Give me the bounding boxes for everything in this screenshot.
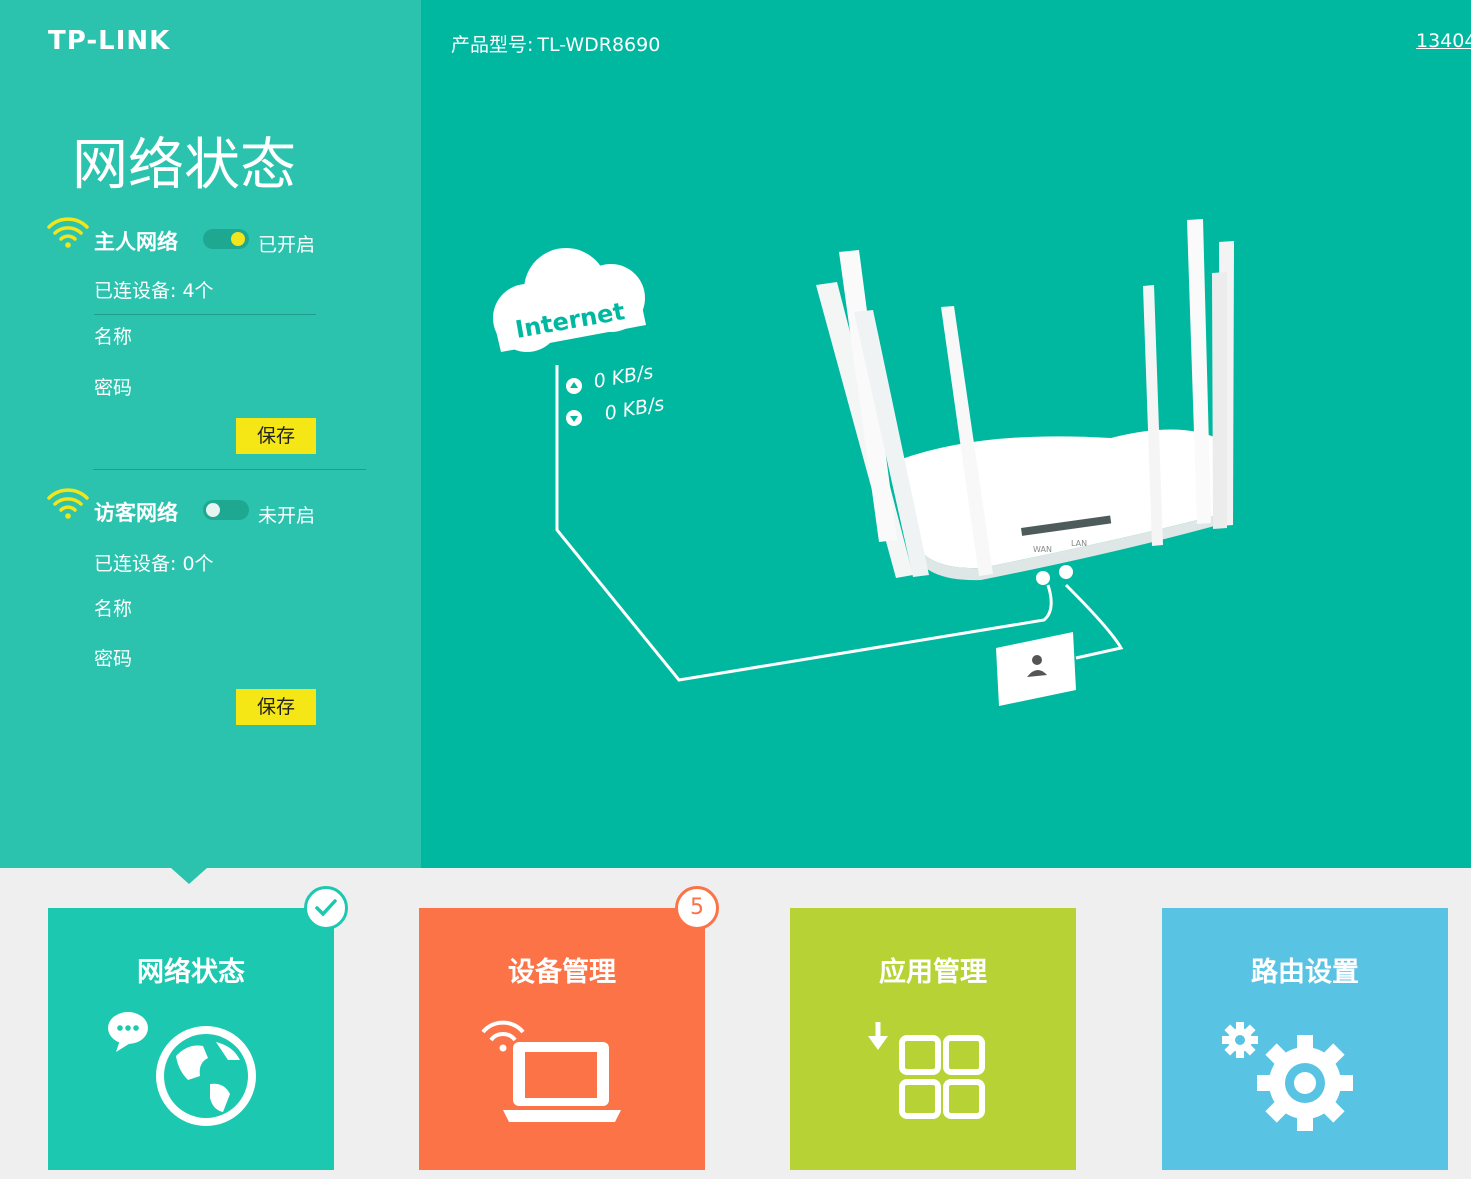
bottom-navigation: 网络状态 设备管理 5 应用管理 路由设置 (0, 868, 1471, 1179)
main-connected-devices: 已连设备: 4个 (94, 280, 214, 302)
page-title: 网络状态 (72, 133, 296, 198)
apps-grid-icon (868, 1022, 985, 1119)
guest-save-button[interactable]: 保存 (236, 689, 316, 725)
guest-network-status: 未开启 (258, 505, 316, 527)
laptop-wifi-icon (481, 1020, 621, 1122)
port-connector (1059, 565, 1073, 579)
tile-router-settings[interactable]: 路由设置 (1162, 908, 1448, 1170)
port-connector (1036, 571, 1050, 585)
tile-label: 应用管理 (879, 957, 987, 988)
internet-cloud-icon: Internet (493, 248, 646, 352)
antenna (1212, 272, 1227, 529)
tile-network-status[interactable]: 网络状态 (48, 886, 348, 1170)
main-network-section: 主人网络 已开启 已连设备: 4个 名称 密码 保存 (46, 217, 376, 458)
tp-link-logo: TP-LINK (48, 26, 171, 56)
network-topology-diagram: Internet 0 KB/s 0 KB/s WAN LAN (493, 219, 1234, 706)
tile-app-management[interactable]: 应用管理 (790, 908, 1076, 1170)
upload-speed: 0 KB/s (592, 361, 655, 393)
main-network-toggle[interactable] (203, 229, 249, 249)
tile-label: 设备管理 (508, 957, 616, 988)
guest-network-header: 访客网络 未开启 (46, 488, 376, 529)
main-save-button[interactable]: 保存 (236, 418, 316, 454)
router-admin-app: TP-LINK 网络状态 主人网络 已开启 已连设备: 4个 名称 密码 保存 (0, 0, 1471, 1179)
wifi-icon (47, 488, 89, 519)
tile-device-management[interactable]: 设备管理 5 (419, 886, 719, 1170)
client-device-icon (996, 632, 1076, 706)
lan-cable (1064, 583, 1124, 660)
guest-password-label: 密码 (94, 648, 133, 670)
tile-label: 路由设置 (1251, 957, 1359, 988)
globe-chat-icon (108, 1012, 256, 1126)
wifi-icon (47, 217, 89, 248)
download-speed-row: 0 KB/s (566, 393, 666, 426)
lan-port-label: LAN (1071, 539, 1087, 548)
device-count-badge: 5 (675, 886, 719, 930)
topology-panel: 产品型号: TL-WDR8690 13404 Internet 0 KB/s 0… (421, 0, 1471, 868)
section-divider (93, 469, 366, 470)
upload-speed-row: 0 KB/s (566, 361, 655, 394)
guest-network-name: 访客网络 (94, 501, 178, 525)
main-password-label: 密码 (94, 377, 133, 399)
tile-label: 网络状态 (137, 957, 245, 988)
active-tile-pointer (171, 868, 207, 884)
main-network-header: 主人网络 已开启 (46, 217, 376, 258)
toggle-knob (231, 232, 245, 246)
guest-network-toggle[interactable] (203, 500, 249, 520)
guest-name-label: 名称 (94, 598, 133, 620)
main-network-name: 主人网络 (94, 230, 178, 254)
download-speed: 0 KB/s (603, 393, 666, 425)
main-name-label: 名称 (94, 326, 133, 348)
divider (94, 314, 316, 315)
network-status-panel: TP-LINK 网络状态 主人网络 已开启 已连设备: 4个 名称 密码 保存 (0, 0, 421, 868)
guest-network-section: 访客网络 未开启 已连设备: 0个 名称 密码 保存 (46, 488, 376, 729)
main-network-status: 已开启 (258, 234, 316, 256)
selected-check-badge (304, 886, 348, 930)
wan-port-label: WAN (1033, 545, 1052, 554)
guest-connected-devices: 已连设备: 0个 (94, 553, 214, 575)
toggle-knob (206, 503, 220, 517)
router-illustration: WAN LAN (816, 219, 1234, 581)
gear-icon (1222, 1022, 1353, 1131)
check-icon (315, 899, 337, 917)
